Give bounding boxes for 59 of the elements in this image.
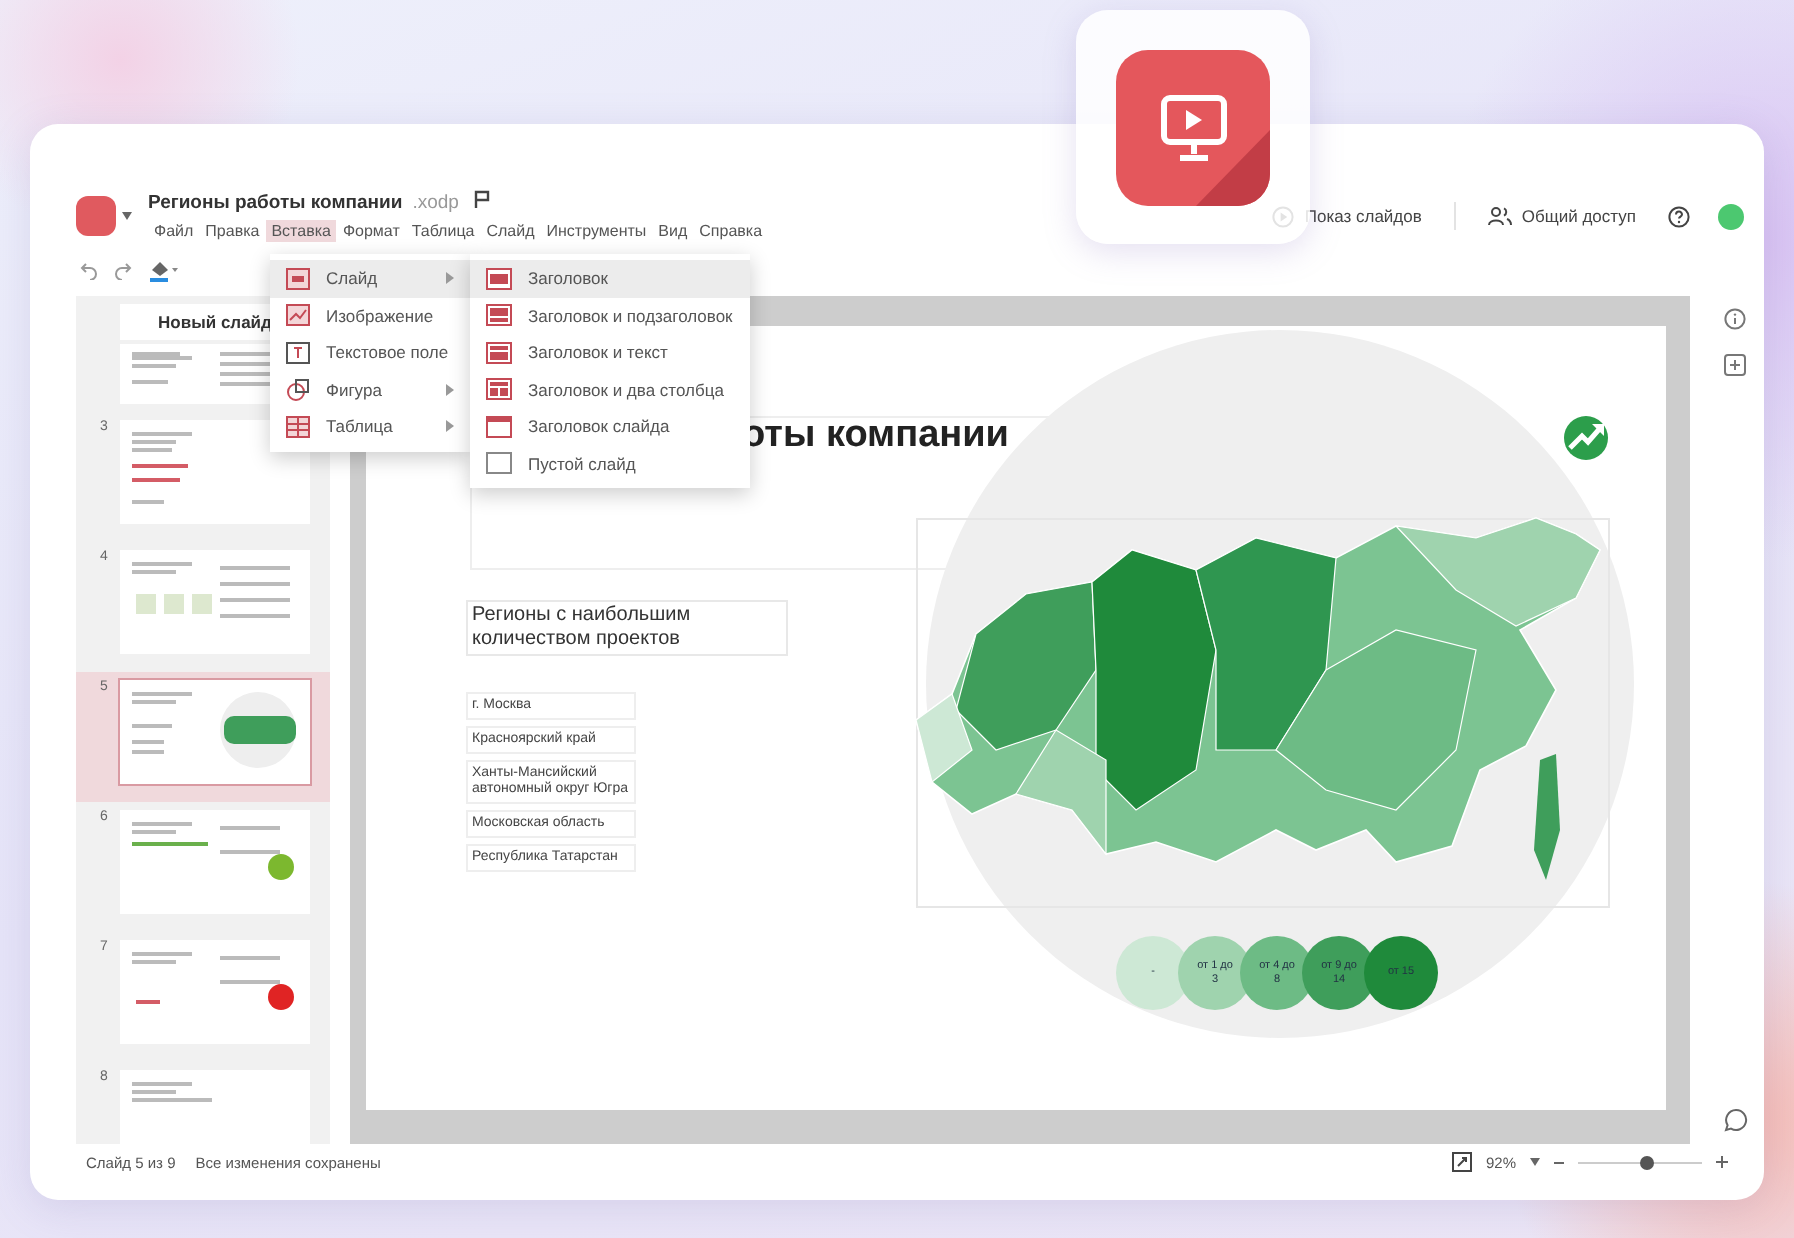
slide-thumbnail[interactable] xyxy=(120,420,310,524)
textbox-icon xyxy=(286,341,310,364)
app-logo-button[interactable] xyxy=(76,196,116,236)
fit-slide-icon xyxy=(1451,1152,1472,1172)
shape-icon xyxy=(286,377,310,402)
zoom-out-icon xyxy=(1554,1159,1564,1165)
menu-bar-item[interactable]: Справка xyxy=(693,220,769,242)
document-title: Регионы работы компании xyxy=(148,192,403,214)
comment-icon xyxy=(1723,1108,1747,1132)
caret-icon xyxy=(122,212,132,220)
caret-icon xyxy=(1530,1158,1540,1166)
slide-icon xyxy=(286,267,310,290)
slide-subtitle: Регионы с наибольшим количеством проектов xyxy=(466,600,788,656)
menu-bar-item[interactable]: Таблица xyxy=(405,220,481,242)
slide-thumbnail[interactable] xyxy=(120,550,310,654)
menu-bar-item[interactable]: Правка xyxy=(199,220,266,242)
user-avatar[interactable] xyxy=(1718,203,1744,229)
users-icon xyxy=(1487,206,1512,226)
presentation-app-icon xyxy=(1116,50,1270,206)
file-extension: .xodp xyxy=(412,192,459,214)
redo-icon xyxy=(114,261,132,279)
menu-bar-item[interactable]: Формат xyxy=(336,220,406,242)
submenu-arrow-icon xyxy=(446,420,454,433)
two-col-icon xyxy=(486,378,512,401)
add-icon xyxy=(1724,354,1746,376)
menu-item[interactable]: Заголовок и подзаголовок xyxy=(470,297,750,334)
menu-item[interactable]: Пустой слайд xyxy=(470,445,750,482)
submenu-arrow-icon xyxy=(446,383,454,396)
menu-bar-item[interactable]: Вставка xyxy=(265,220,337,242)
slide-thumbnail[interactable] xyxy=(120,940,310,1044)
growth-chart-logo-icon xyxy=(1562,414,1610,462)
zoom-in-icon xyxy=(1716,1156,1728,1168)
menu-bar-item[interactable]: Слайд xyxy=(480,220,541,242)
fill-color-icon xyxy=(148,258,178,282)
menu-bar-item[interactable]: Инструменты xyxy=(540,220,653,242)
slide-title-icon xyxy=(486,415,512,438)
slide-thumbnail[interactable] xyxy=(120,680,310,784)
menu-bar-item[interactable]: Вид xyxy=(652,220,694,242)
undo-icon xyxy=(80,261,98,279)
share-button[interactable]: Общий доступ xyxy=(1487,206,1636,226)
slide-thumbnail[interactable] xyxy=(120,810,310,914)
help-icon xyxy=(1668,205,1690,227)
slider-thumb[interactable] xyxy=(1640,1155,1655,1169)
table-icon xyxy=(286,415,310,438)
menu-bar-item[interactable]: Файл xyxy=(148,220,200,242)
menu-item[interactable]: Заголовок слайда xyxy=(470,408,750,445)
blank-icon xyxy=(486,452,512,475)
image-icon xyxy=(286,304,310,327)
flag-icon xyxy=(474,190,491,208)
title-text-icon xyxy=(486,341,512,364)
menu-item[interactable]: Заголовок xyxy=(470,260,750,297)
slide-thumbnail[interactable] xyxy=(120,1070,310,1144)
submenu-arrow-icon xyxy=(446,272,454,285)
title-icon xyxy=(486,267,512,290)
menu-item[interactable]: Слайд xyxy=(270,260,470,297)
info-icon xyxy=(1724,308,1746,330)
title-sub-icon xyxy=(486,304,512,327)
menu-item[interactable]: Заголовок и два столбца xyxy=(470,371,750,408)
menu-item[interactable]: Заголовок и текст xyxy=(470,334,750,371)
